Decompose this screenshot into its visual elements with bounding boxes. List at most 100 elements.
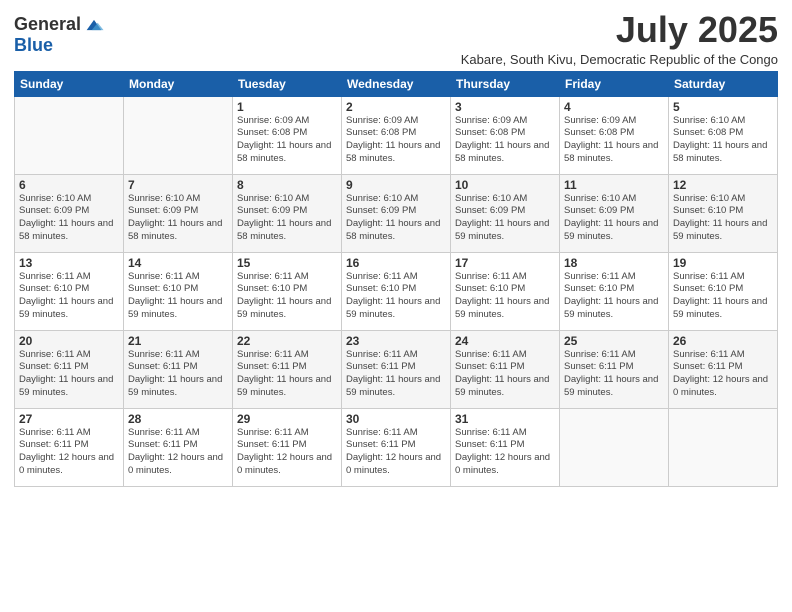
calendar-cell: 9Sunrise: 6:10 AM Sunset: 6:09 PM Daylig…	[342, 174, 451, 252]
day-number: 4	[564, 100, 664, 114]
day-info: Sunrise: 6:11 AM Sunset: 6:10 PM Dayligh…	[673, 271, 773, 322]
calendar-week-row: 20Sunrise: 6:11 AM Sunset: 6:11 PM Dayli…	[15, 330, 778, 408]
calendar-cell	[560, 408, 669, 486]
calendar-cell: 21Sunrise: 6:11 AM Sunset: 6:11 PM Dayli…	[124, 330, 233, 408]
day-number: 6	[19, 178, 119, 192]
day-number: 1	[237, 100, 337, 114]
calendar-cell: 19Sunrise: 6:11 AM Sunset: 6:10 PM Dayli…	[669, 252, 778, 330]
calendar-cell: 16Sunrise: 6:11 AM Sunset: 6:10 PM Dayli…	[342, 252, 451, 330]
calendar-cell: 1Sunrise: 6:09 AM Sunset: 6:08 PM Daylig…	[233, 96, 342, 174]
calendar-day-header: Sunday	[15, 71, 124, 96]
day-number: 29	[237, 412, 337, 426]
calendar-cell: 25Sunrise: 6:11 AM Sunset: 6:11 PM Dayli…	[560, 330, 669, 408]
day-info: Sunrise: 6:11 AM Sunset: 6:11 PM Dayligh…	[346, 427, 446, 478]
day-info: Sunrise: 6:11 AM Sunset: 6:10 PM Dayligh…	[19, 271, 119, 322]
day-info: Sunrise: 6:09 AM Sunset: 6:08 PM Dayligh…	[237, 115, 337, 166]
calendar-cell: 30Sunrise: 6:11 AM Sunset: 6:11 PM Dayli…	[342, 408, 451, 486]
calendar-cell	[669, 408, 778, 486]
day-number: 12	[673, 178, 773, 192]
calendar-header-row: SundayMondayTuesdayWednesdayThursdayFrid…	[15, 71, 778, 96]
day-info: Sunrise: 6:10 AM Sunset: 6:10 PM Dayligh…	[673, 193, 773, 244]
calendar-cell: 7Sunrise: 6:10 AM Sunset: 6:09 PM Daylig…	[124, 174, 233, 252]
calendar-cell	[124, 96, 233, 174]
calendar-day-header: Wednesday	[342, 71, 451, 96]
calendar-day-header: Thursday	[451, 71, 560, 96]
day-info: Sunrise: 6:10 AM Sunset: 6:09 PM Dayligh…	[455, 193, 555, 244]
calendar-cell: 6Sunrise: 6:10 AM Sunset: 6:09 PM Daylig…	[15, 174, 124, 252]
day-number: 15	[237, 256, 337, 270]
day-info: Sunrise: 6:11 AM Sunset: 6:11 PM Dayligh…	[19, 349, 119, 400]
day-info: Sunrise: 6:11 AM Sunset: 6:11 PM Dayligh…	[128, 349, 228, 400]
calendar-cell: 29Sunrise: 6:11 AM Sunset: 6:11 PM Dayli…	[233, 408, 342, 486]
calendar-cell: 18Sunrise: 6:11 AM Sunset: 6:10 PM Dayli…	[560, 252, 669, 330]
day-number: 26	[673, 334, 773, 348]
calendar-week-row: 6 Sunrise: 6:10 AM Sunset: 6:09 PM Daylig…	[15, 174, 778, 252]
day-number: 17	[455, 256, 555, 270]
day-info: Sunrise: 6:11 AM Sunset: 6:10 PM Dayligh…	[128, 271, 228, 322]
calendar-cell: 17Sunrise: 6:11 AM Sunset: 6:10 PM Dayli…	[451, 252, 560, 330]
calendar-cell: 5Sunrise: 6:10 AM Sunset: 6:08 PM Daylig…	[669, 96, 778, 174]
calendar-day-header: Tuesday	[233, 71, 342, 96]
day-number: 23	[346, 334, 446, 348]
month-title: July 2025	[461, 10, 778, 50]
day-info: Sunrise: 6:09 AM Sunset: 6:08 PM Dayligh…	[346, 115, 446, 166]
day-number: 27	[19, 412, 119, 426]
day-number: 13	[19, 256, 119, 270]
day-info: Sunrise: 6:11 AM Sunset: 6:11 PM Dayligh…	[128, 427, 228, 478]
day-number: 21	[128, 334, 228, 348]
calendar-cell	[15, 96, 124, 174]
calendar-cell: 12Sunrise: 6:10 AM Sunset: 6:10 PM Dayli…	[669, 174, 778, 252]
calendar-week-row: 27Sunrise: 6:11 AM Sunset: 6:11 PM Dayli…	[15, 408, 778, 486]
day-number: 7	[128, 178, 228, 192]
calendar-table: SundayMondayTuesdayWednesdayThursdayFrid…	[14, 71, 778, 487]
day-info: Sunrise: 6:11 AM Sunset: 6:11 PM Dayligh…	[673, 349, 773, 400]
location-title: Kabare, South Kivu, Democratic Republic …	[461, 52, 778, 67]
day-info: Sunrise: 6:09 AM Sunset: 6:08 PM Dayligh…	[455, 115, 555, 166]
day-info: Sunrise: 6:10 AM Sunset: 6:09 PM Dayligh…	[237, 193, 337, 244]
calendar-cell: 2Sunrise: 6:09 AM Sunset: 6:08 PM Daylig…	[342, 96, 451, 174]
page: General Blue July 2025 Kabare, South Kiv…	[0, 0, 792, 612]
day-info: Sunrise: 6:11 AM Sunset: 6:10 PM Dayligh…	[237, 271, 337, 322]
day-info: Sunrise: 6:11 AM Sunset: 6:11 PM Dayligh…	[455, 427, 555, 478]
day-info: Sunrise: 6:11 AM Sunset: 6:11 PM Dayligh…	[237, 349, 337, 400]
calendar-cell: 8Sunrise: 6:10 AM Sunset: 6:09 PM Daylig…	[233, 174, 342, 252]
day-number: 25	[564, 334, 664, 348]
day-number: 3	[455, 100, 555, 114]
day-number: 22	[237, 334, 337, 348]
calendar-cell: 20Sunrise: 6:11 AM Sunset: 6:11 PM Dayli…	[15, 330, 124, 408]
day-info: Sunrise: 6:10 AM Sunset: 6:09 PM Dayligh…	[346, 193, 446, 244]
logo-text: General	[14, 15, 81, 35]
day-info: Sunrise: 6:11 AM Sunset: 6:11 PM Dayligh…	[346, 349, 446, 400]
day-number: 8	[237, 178, 337, 192]
calendar-cell: 26Sunrise: 6:11 AM Sunset: 6:11 PM Dayli…	[669, 330, 778, 408]
calendar-cell: 11Sunrise: 6:10 AM Sunset: 6:09 PM Dayli…	[560, 174, 669, 252]
calendar-cell: 22Sunrise: 6:11 AM Sunset: 6:11 PM Dayli…	[233, 330, 342, 408]
day-info: Sunrise: 6:11 AM Sunset: 6:11 PM Dayligh…	[19, 427, 119, 478]
calendar-cell: 10Sunrise: 6:10 AM Sunset: 6:09 PM Dayli…	[451, 174, 560, 252]
day-info: Sunrise: 6:11 AM Sunset: 6:10 PM Dayligh…	[564, 271, 664, 322]
calendar-day-header: Monday	[124, 71, 233, 96]
calendar-day-header: Saturday	[669, 71, 778, 96]
day-info: Sunrise: 6:11 AM Sunset: 6:10 PM Dayligh…	[455, 271, 555, 322]
day-info: Sunrise: 6:10 AM Sunset: 6:08 PM Dayligh…	[673, 115, 773, 166]
day-number: 9	[346, 178, 446, 192]
day-info: Sunrise: 6:09 AM Sunset: 6:08 PM Dayligh…	[564, 115, 664, 166]
calendar-cell: 23Sunrise: 6:11 AM Sunset: 6:11 PM Dayli…	[342, 330, 451, 408]
day-info: Sunrise: 6:11 AM Sunset: 6:11 PM Dayligh…	[564, 349, 664, 400]
calendar-cell: 13Sunrise: 6:11 AM Sunset: 6:10 PM Dayli…	[15, 252, 124, 330]
day-info: Sunrise: 6:10 AM Sunset: 6:09 PM Dayligh…	[128, 193, 228, 244]
day-number: 19	[673, 256, 773, 270]
header: General Blue July 2025 Kabare, South Kiv…	[14, 10, 778, 67]
day-number: 31	[455, 412, 555, 426]
logo-blue-text: Blue	[14, 35, 53, 55]
day-number: 28	[128, 412, 228, 426]
calendar-cell: 15Sunrise: 6:11 AM Sunset: 6:10 PM Dayli…	[233, 252, 342, 330]
day-number: 10	[455, 178, 555, 192]
logo-icon	[83, 14, 105, 36]
calendar-cell: 27Sunrise: 6:11 AM Sunset: 6:11 PM Dayli…	[15, 408, 124, 486]
day-number: 2	[346, 100, 446, 114]
logo: General Blue	[14, 14, 105, 56]
day-info: Sunrise: 6:11 AM Sunset: 6:11 PM Dayligh…	[237, 427, 337, 478]
day-number: 11	[564, 178, 664, 192]
calendar-cell: 31Sunrise: 6:11 AM Sunset: 6:11 PM Dayli…	[451, 408, 560, 486]
